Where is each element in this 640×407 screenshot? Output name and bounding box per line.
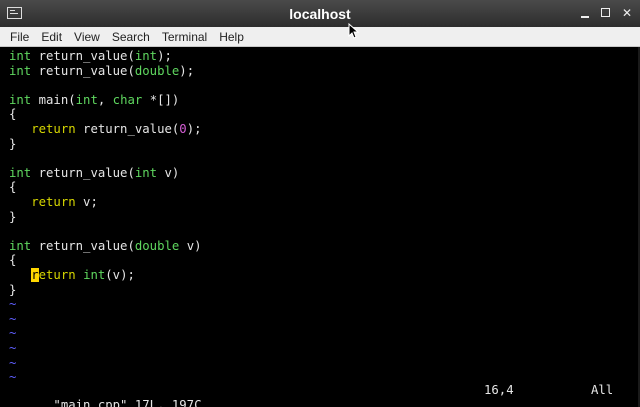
code-token: ~ <box>9 297 17 312</box>
terminal-window: localhost ✕ File Edit View Search Terminal He… <box>0 0 640 407</box>
maximize-icon <box>601 8 610 17</box>
code-token: int <box>9 63 32 78</box>
code-token: int <box>134 49 158 63</box>
minimize-icon <box>581 16 589 18</box>
menu-bar: File Edit View Search Terminal Help <box>0 27 640 47</box>
code-line: { <box>9 253 16 268</box>
code-line: int return_value(double); <box>9 64 194 79</box>
text-cursor: r <box>31 268 39 282</box>
code-token: v) <box>179 238 202 253</box>
code-token: v) <box>157 165 180 180</box>
code-token: int <box>75 92 98 107</box>
cursor-position: 16,4 <box>484 383 514 397</box>
menu-terminal[interactable]: Terminal <box>158 27 211 47</box>
code-token: return_value( <box>75 122 180 136</box>
code-token: ~ <box>9 355 17 370</box>
code-token: char <box>112 92 143 107</box>
code-line: int main(int, char *[]) <box>9 93 179 108</box>
menu-file[interactable]: File <box>6 27 33 47</box>
code-line: { <box>9 107 16 122</box>
empty-line-marker: ~ <box>9 297 16 312</box>
menu-view[interactable]: View <box>70 27 104 47</box>
menu-search[interactable]: Search <box>108 27 154 47</box>
code-line: return return_value(0); <box>9 122 202 137</box>
code-token: return_value( <box>31 49 135 63</box>
title-bar[interactable]: localhost ✕ <box>0 0 640 27</box>
code-token: v; <box>75 195 98 209</box>
code-token: , <box>97 92 113 107</box>
code-line: } <box>9 210 16 225</box>
code-token: ~ <box>9 326 17 341</box>
empty-line-marker: ~ <box>9 326 16 341</box>
code-line: return v; <box>9 195 98 210</box>
code-token: } <box>9 209 17 224</box>
code-token: int <box>9 49 32 63</box>
code-token: (v); <box>105 268 135 282</box>
code-token: return <box>31 195 76 209</box>
code-line: } <box>9 137 16 152</box>
code-token: ~ <box>9 341 17 355</box>
code-token: return_value( <box>31 165 135 180</box>
code-token: return_value( <box>31 238 135 253</box>
code-line: { <box>9 180 16 195</box>
code-token: int <box>134 165 158 180</box>
code-token: return_value( <box>31 63 135 78</box>
code-line: int return_value(int v) <box>9 166 179 181</box>
code-token: { <box>9 107 17 122</box>
close-button[interactable]: ✕ <box>620 6 634 20</box>
code-token: int <box>9 92 32 107</box>
code-token: { <box>9 253 17 268</box>
code-token: int <box>83 268 106 282</box>
menu-help[interactable]: Help <box>215 27 248 47</box>
code-token: double <box>134 63 180 78</box>
code-token: int <box>9 238 32 253</box>
empty-line-marker: ~ <box>9 356 16 371</box>
close-icon: ✕ <box>621 6 633 20</box>
code-token: main( <box>31 92 76 107</box>
code-token: *[]) <box>142 92 180 107</box>
vim-status-line: "main.cpp" 17L, 197C 16,4 All <box>9 383 631 407</box>
empty-line-marker: ~ <box>9 312 16 327</box>
code-token: ); <box>157 49 172 63</box>
code-token: { <box>9 180 17 195</box>
code-line: int return_value(int); <box>9 49 172 64</box>
code-token: int <box>9 165 32 180</box>
maximize-button[interactable] <box>599 6 613 20</box>
code-token: 0 <box>179 122 187 136</box>
code-token: double <box>134 238 180 253</box>
code-line: } <box>9 283 16 298</box>
window-title: localhost <box>289 6 351 22</box>
file-info: "main.cpp" 17L, 197C <box>53 397 202 407</box>
code-line: int return_value(double v) <box>9 239 202 254</box>
code-token: eturn <box>38 268 76 282</box>
code-token: } <box>9 136 17 151</box>
code-token: } <box>9 282 17 297</box>
code-line: return int(v); <box>9 268 135 283</box>
minimize-button[interactable] <box>578 6 592 20</box>
code-token: ~ <box>9 311 17 326</box>
terminal-content[interactable]: ~ ~ ~ ~ ~ ~} return int(v);{int return_value(… <box>0 47 640 407</box>
code-token: ); <box>186 122 202 136</box>
empty-line-marker: ~ <box>9 341 16 356</box>
code-token: return <box>31 122 76 136</box>
scroll-indicator: All <box>591 383 614 397</box>
menu-edit[interactable]: Edit <box>37 27 66 47</box>
code-token: ); <box>179 63 195 78</box>
